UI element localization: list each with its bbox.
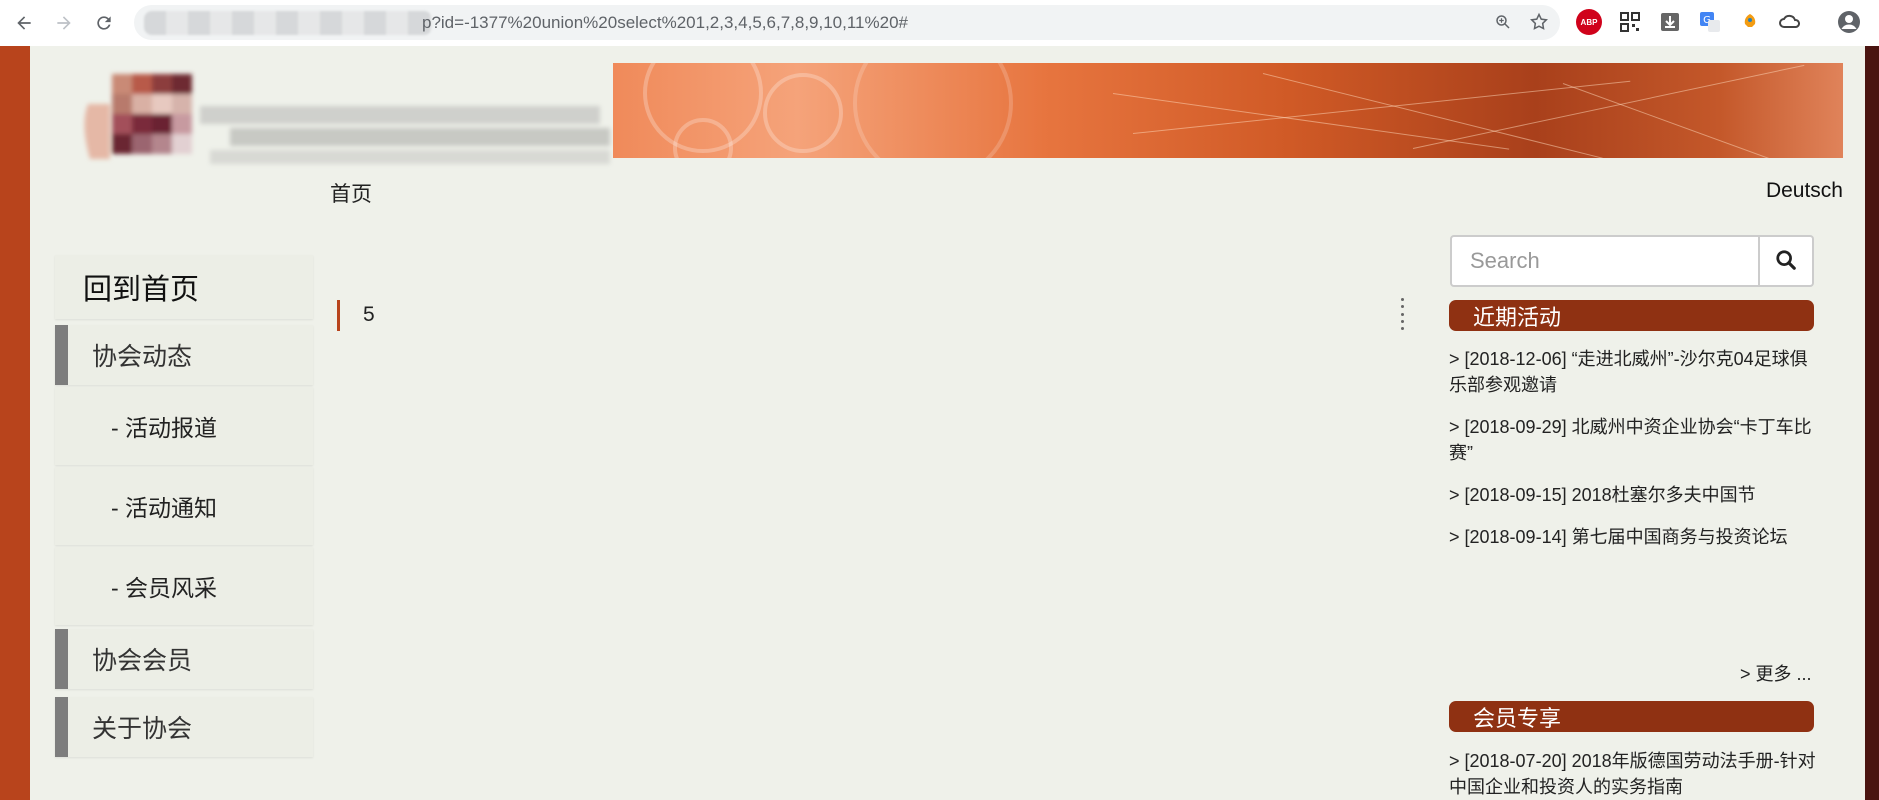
sidebar-item-event-reports[interactable]: - 活动报道 [55, 387, 313, 465]
sidebar: 回到首页 [25, 255, 313, 325]
reload-icon[interactable] [84, 3, 124, 43]
sidebar-item-member-showcase[interactable]: - 会员风采 [55, 547, 313, 625]
qr-code-extension-icon[interactable] [1617, 9, 1643, 35]
sidebar-item-about[interactable]: 关于协会 [55, 697, 313, 757]
search-input[interactable] [1450, 235, 1760, 287]
redacted-url-prefix [144, 11, 432, 35]
news-item[interactable]: > [2018-09-29] 北威州中资企业协会“卡丁车比赛” [1449, 414, 1817, 466]
adblock-extension-icon[interactable]: ABP [1576, 9, 1602, 35]
more-options-icon[interactable] [1399, 298, 1405, 330]
sidebar-item-members[interactable]: 协会会员 [55, 629, 313, 689]
language-link[interactable]: Deutsch [1766, 179, 1843, 203]
sidebar-item-association-news[interactable]: 协会动态 [55, 325, 313, 385]
more-events-link[interactable]: > 更多 ... [1740, 660, 1812, 686]
recent-events-list: > [2018-12-06] “走进北威州”-沙尔克04足球俱乐部参观邀请 > … [1449, 346, 1817, 566]
sidebar-menu: 协会动态 - 活动报道 - 活动通知 - 会员风采 协会会员 关于协会 [55, 325, 313, 759]
forward-icon[interactable] [44, 3, 84, 43]
search-button[interactable] [1760, 235, 1814, 287]
search-box [1450, 235, 1814, 287]
account-icon[interactable] [1836, 9, 1862, 35]
site-logo[interactable] [80, 64, 620, 170]
news-item[interactable]: > [2018-09-15] 2018杜塞尔多夫中国节 [1449, 482, 1817, 508]
news-item[interactable]: > [2018-09-14] 第七届中国商务与投资论坛 [1449, 524, 1817, 550]
members-only-list: > [2018-07-20] 2018年版德国劳动法手册-针对中国企业和投资人的… [1449, 748, 1817, 800]
header-banner [613, 63, 1843, 158]
cloud-extension-icon[interactable] [1777, 9, 1803, 35]
download-extension-icon[interactable] [1657, 9, 1683, 35]
search-icon [1775, 249, 1797, 274]
url-text: p?id=-1377%20union%20select%201,2,3,4,5,… [422, 13, 908, 32]
back-icon[interactable] [4, 3, 44, 43]
sidebar-home-link[interactable]: 回到首页 [55, 255, 313, 319]
bookmark-star-icon[interactable] [1528, 11, 1550, 33]
rocket-extension-icon[interactable] [1737, 9, 1763, 35]
content-accent-bar [337, 300, 340, 331]
address-bar[interactable]: p?id=-1377%20union%20select%201,2,3,4,5,… [134, 5, 1560, 40]
recent-events-header: 近期活动 [1449, 300, 1814, 331]
browser-toolbar: p?id=-1377%20union%20select%201,2,3,4,5,… [0, 0, 1879, 46]
news-item[interactable]: > [2018-07-20] 2018年版德国劳动法手册-针对中国企业和投资人的… [1449, 748, 1817, 800]
page-right-border [1865, 46, 1879, 800]
breadcrumb[interactable]: 首页 [330, 178, 372, 208]
zoom-icon[interactable] [1492, 11, 1514, 33]
members-only-header: 会员专享 [1449, 701, 1814, 732]
news-item[interactable]: > [2018-12-06] “走进北威州”-沙尔克04足球俱乐部参观邀请 [1449, 346, 1817, 398]
content-value: 5 [363, 303, 375, 326]
sidebar-item-event-notices[interactable]: - 活动通知 [55, 467, 313, 545]
translate-extension-icon[interactable]: G [1697, 9, 1723, 35]
